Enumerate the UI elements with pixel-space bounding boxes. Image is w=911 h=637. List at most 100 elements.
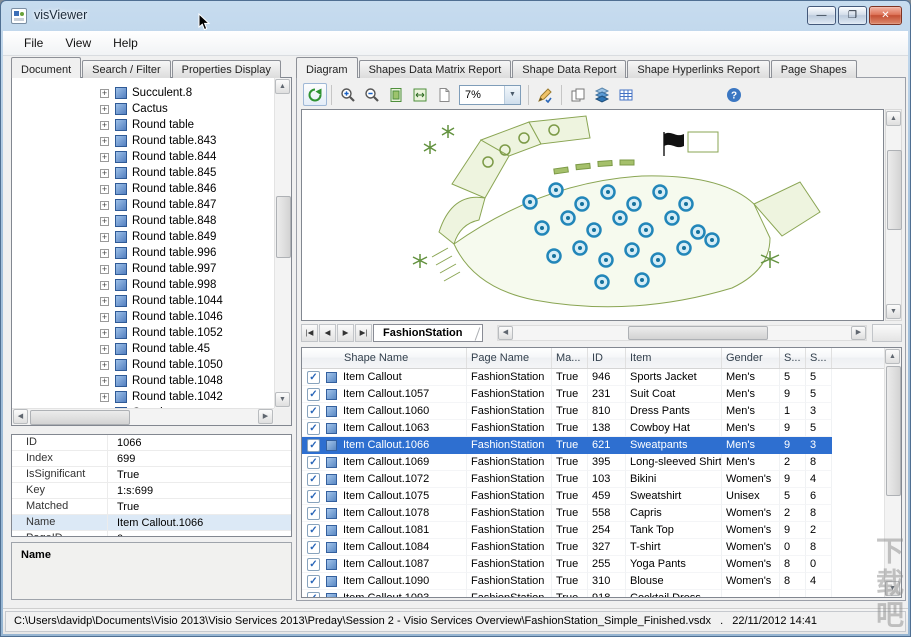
tree-expander-icon[interactable]: + xyxy=(100,184,109,194)
zoom-out-button[interactable] xyxy=(360,83,384,106)
scroll-left-icon[interactable]: ◀ xyxy=(13,409,28,424)
first-page-button[interactable]: |◀ xyxy=(301,324,318,342)
tree-item[interactable]: + Round table.1048 xyxy=(12,373,274,389)
row-checkbox[interactable]: ✓ xyxy=(307,370,320,384)
tree-item[interactable]: + Cactus xyxy=(12,101,274,117)
table-row[interactable]: ✓ Item Callout.1078 FashionStation True 558 C… xyxy=(302,505,884,522)
shape-data-button[interactable] xyxy=(533,83,557,106)
tab-document[interactable]: Document xyxy=(11,57,82,78)
menu-help[interactable]: Help xyxy=(102,33,149,53)
menu-view[interactable]: View xyxy=(54,33,102,53)
row-checkbox[interactable]: ✓ xyxy=(307,421,320,435)
refresh-diagram-button[interactable] xyxy=(303,83,327,106)
row-checkbox[interactable]: ✓ xyxy=(307,591,320,597)
close-button[interactable]: ✕ xyxy=(869,6,902,25)
table-row[interactable]: ✓ Item Callout.1060 FashionStation True 810 D… xyxy=(302,403,884,420)
tree-expander-icon[interactable]: + xyxy=(100,312,109,322)
tree-expander-icon[interactable]: + xyxy=(100,360,109,370)
tab-properties-display[interactable]: Properties Display xyxy=(171,60,281,78)
row-checkbox[interactable]: ✓ xyxy=(307,523,320,537)
property-row[interactable]: ID 1066 xyxy=(12,435,291,451)
pagenav-splitter[interactable] xyxy=(872,324,902,342)
table-row[interactable]: ✓ Item Callout.1063 FashionStation True 138 C… xyxy=(302,420,884,437)
tree-item[interactable]: + Round table.998 xyxy=(12,277,274,293)
copy-page-button[interactable] xyxy=(566,83,590,106)
tree-item[interactable]: + Round table.1052 xyxy=(12,325,274,341)
last-page-button[interactable]: ▶| xyxy=(355,324,372,342)
tree-expander-icon[interactable]: + xyxy=(100,376,109,386)
tab-shapes-data-matrix-report[interactable]: Shapes Data Matrix Report xyxy=(358,60,512,78)
tree-expander-icon[interactable]: + xyxy=(100,136,109,146)
table-row[interactable]: ✓ Item Callout.1084 FashionStation True 327 T… xyxy=(302,539,884,556)
table-row[interactable]: ✓ Item Callout.1066 FashionStation True 621 S… xyxy=(302,437,884,454)
column-header-0[interactable]: Shape Name xyxy=(302,348,467,368)
tree-item[interactable]: + Round table.847 xyxy=(12,197,274,213)
diagram-vertical-scrollbar[interactable]: ▲ ▼ xyxy=(885,109,902,321)
row-checkbox[interactable]: ✓ xyxy=(307,455,320,469)
tree-item[interactable]: + Round table.1050 xyxy=(12,357,274,373)
tree-expander-icon[interactable]: + xyxy=(100,248,109,258)
scroll-down-icon[interactable]: ▼ xyxy=(886,304,901,319)
table-row[interactable]: ✓ Item Callout.1072 FashionStation True 103 B… xyxy=(302,471,884,488)
shape-report-button[interactable] xyxy=(614,83,638,106)
tree-vertical-scrollbar[interactable]: ▲ ▼ xyxy=(274,78,291,408)
property-row[interactable]: IsSignificant True xyxy=(12,467,291,483)
minimize-button[interactable]: — xyxy=(807,6,836,25)
tree-expander-icon[interactable]: + xyxy=(100,152,109,162)
tree-item[interactable]: + Round table.45 xyxy=(12,341,274,357)
column-header-2[interactable]: Ma... xyxy=(552,348,588,368)
tree-item[interactable]: + Round table.844 xyxy=(12,149,274,165)
zoom-in-button[interactable] xyxy=(336,83,360,106)
tree-item[interactable]: + Round table.845 xyxy=(12,165,274,181)
scroll-down-icon[interactable]: ▼ xyxy=(885,581,900,596)
row-checkbox[interactable]: ✓ xyxy=(307,438,320,452)
tree-expander-icon[interactable]: + xyxy=(100,344,109,354)
tree-item[interactable]: + Round table.848 xyxy=(12,213,274,229)
fit-width-button[interactable] xyxy=(408,83,432,106)
tree-expander-icon[interactable]: + xyxy=(100,328,109,338)
row-checkbox[interactable]: ✓ xyxy=(307,489,320,503)
column-header-7[interactable]: S... xyxy=(806,348,832,368)
row-checkbox[interactable]: ✓ xyxy=(307,557,320,571)
row-checkbox[interactable]: ✓ xyxy=(307,574,320,588)
tree-item[interactable]: + Round table.996 xyxy=(12,245,274,261)
scroll-right-icon[interactable]: ▶ xyxy=(851,326,866,340)
table-row[interactable]: ✓ Item Callout.1090 FashionStation True 310 B… xyxy=(302,573,884,590)
scroll-right-icon[interactable]: ▶ xyxy=(258,409,273,424)
maximize-button[interactable]: ❐ xyxy=(838,6,867,25)
scroll-up-icon[interactable]: ▲ xyxy=(885,349,900,364)
tree-horizontal-scrollbar[interactable]: ◀ ▶ xyxy=(12,408,274,425)
property-row[interactable]: Index 699 xyxy=(12,451,291,467)
tree-expander-icon[interactable]: + xyxy=(100,216,109,226)
pages-horizontal-scrollbar[interactable]: ◀ ▶ xyxy=(497,325,867,341)
tab-search-filter[interactable]: Search / Filter xyxy=(82,60,171,78)
tree-expander-icon[interactable]: + xyxy=(100,168,109,178)
prev-page-button[interactable]: ◀ xyxy=(319,324,336,342)
tree-item[interactable]: + Round table xyxy=(12,117,274,133)
row-checkbox[interactable]: ✓ xyxy=(307,506,320,520)
row-checkbox[interactable]: ✓ xyxy=(307,387,320,401)
next-page-button[interactable]: ▶ xyxy=(337,324,354,342)
tree-expander-icon[interactable]: + xyxy=(100,120,109,130)
tree-expander-icon[interactable]: + xyxy=(100,200,109,210)
page-tab[interactable]: FashionStation xyxy=(373,324,484,342)
scroll-up-icon[interactable]: ▲ xyxy=(886,111,901,126)
scroll-up-icon[interactable]: ▲ xyxy=(275,79,290,94)
scroll-left-icon[interactable]: ◀ xyxy=(498,326,513,340)
table-row[interactable]: ✓ Item Callout.1081 FashionStation True 254 T… xyxy=(302,522,884,539)
actual-size-button[interactable] xyxy=(432,83,456,106)
tab-diagram[interactable]: Diagram xyxy=(296,57,358,78)
tree-item[interactable]: + Round table.997 xyxy=(12,261,274,277)
diagram-canvas[interactable] xyxy=(301,109,884,321)
scrollbar-thumb[interactable] xyxy=(886,366,901,496)
table-row[interactable]: ✓ Item Callout.1093 FashionStationTrue918C… xyxy=(302,590,884,597)
tree-item[interactable]: + Round table.849 xyxy=(12,229,274,245)
column-header-3[interactable]: ID xyxy=(588,348,626,368)
row-checkbox[interactable]: ✓ xyxy=(307,540,320,554)
scrollbar-thumb[interactable] xyxy=(628,326,768,340)
tab-shape-hyperlinks-report[interactable]: Shape Hyperlinks Report xyxy=(627,60,770,78)
row-checkbox[interactable]: ✓ xyxy=(307,404,320,418)
tree-expander-icon[interactable]: + xyxy=(100,232,109,242)
table-row[interactable]: ✓ Item Callout.1069 FashionStation True 395 L… xyxy=(302,454,884,471)
table-row[interactable]: ✓ Item Callout.1057 FashionStation True 231 S… xyxy=(302,386,884,403)
